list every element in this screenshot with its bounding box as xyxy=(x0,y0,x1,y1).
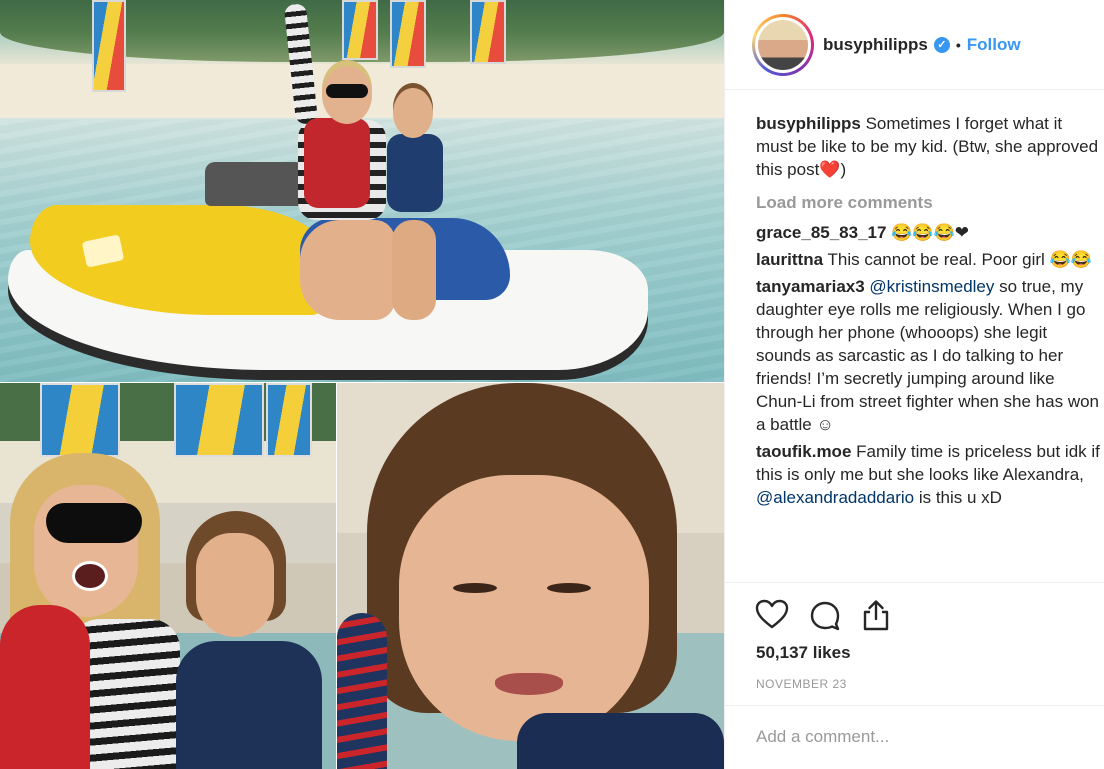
comment-item: tanyamariax3 @kristinsmedley so true, my… xyxy=(756,275,1102,436)
story-ring[interactable] xyxy=(752,14,814,76)
caption: busyphilipps Sometimes I forget what it … xyxy=(756,112,1102,181)
like-count[interactable]: 50,137 likes xyxy=(756,643,851,663)
red-life-vest xyxy=(0,605,90,769)
catamaran-sail xyxy=(40,383,120,457)
kid-face xyxy=(196,533,274,637)
share-icon[interactable] xyxy=(861,599,891,631)
comment-mention-link[interactable]: @alexandradaddario xyxy=(756,488,914,507)
jetski-photo xyxy=(0,0,724,382)
comment-mention-link[interactable]: @kristinsmedley xyxy=(869,277,994,296)
catamaran-sail xyxy=(390,0,426,68)
comments-list[interactable]: busyphilipps Sometimes I forget what it … xyxy=(756,112,1102,582)
kid-mouth xyxy=(495,673,563,695)
comment-text-tail: is this u xD xyxy=(918,488,1002,507)
action-icon-row xyxy=(755,599,891,631)
catamaran-sail xyxy=(174,383,264,457)
catamaran-sail xyxy=(266,383,312,457)
blue-life-vest xyxy=(517,713,724,769)
comment-text: This cannot be real. Poor girl 😂😂 xyxy=(827,250,1092,269)
post-photo-collage[interactable] xyxy=(0,0,724,769)
catamaran-sail xyxy=(342,0,378,60)
sunglasses xyxy=(46,503,142,543)
kid-figure xyxy=(385,88,447,258)
add-comment-placeholder[interactable]: Add a comment... xyxy=(756,727,889,747)
blue-life-vest xyxy=(176,641,322,769)
mom-figure xyxy=(283,3,386,256)
load-more-comments-button[interactable]: Load more comments xyxy=(756,191,1102,214)
comment-username[interactable]: grace_85_83_17 xyxy=(756,223,886,242)
comment-username[interactable]: taoufik.moe xyxy=(756,442,851,461)
add-comment-field[interactable]: Add a comment... xyxy=(725,705,1104,769)
mom-and-kid-closeup-photo xyxy=(0,383,336,769)
heart-icon[interactable] xyxy=(755,599,789,629)
kid-face xyxy=(399,475,649,741)
follow-button[interactable]: Follow xyxy=(967,35,1021,55)
comment-item: laurittna This cannot be real. Poor girl… xyxy=(756,248,1102,271)
kid-closeup-photo xyxy=(337,383,724,769)
comment-username[interactable]: laurittna xyxy=(756,250,823,269)
post-author-username[interactable]: busyphilipps xyxy=(823,35,928,55)
post-date[interactable]: NOVEMBER 23 xyxy=(756,677,847,691)
comment-item: grace_85_83_17 😂😂😂❤ xyxy=(756,221,1102,244)
kid-eye xyxy=(453,583,497,593)
comment-text: 😂😂😂❤ xyxy=(891,223,969,242)
catamaran-sail xyxy=(470,0,506,64)
avatar-image xyxy=(758,20,808,70)
comment-username[interactable]: tanyamariax3 xyxy=(756,277,865,296)
post-actions: 50,137 likes NOVEMBER 23 Add a comment..… xyxy=(725,582,1104,769)
post-header: busyphilipps ✓ • Follow xyxy=(725,0,1104,90)
separator-dot: • xyxy=(955,37,961,53)
comment-item: taoufik.moe Family time is priceless but… xyxy=(756,440,1102,509)
striped-sleeve xyxy=(337,613,387,769)
post-sidebar: busyphilipps ✓ • Follow busyphilipps Som… xyxy=(724,0,1104,769)
avatar[interactable] xyxy=(755,17,811,73)
caption-username[interactable]: busyphilipps xyxy=(756,114,861,133)
mom-mouth xyxy=(72,561,108,591)
username-row: busyphilipps ✓ • Follow xyxy=(823,34,1021,56)
verified-badge-icon: ✓ xyxy=(933,37,950,53)
comment-text: so true, my daughter eye rolls me religi… xyxy=(756,277,1100,434)
comment-icon[interactable] xyxy=(809,599,841,631)
catamaran-sail xyxy=(92,0,126,92)
kid-eye xyxy=(547,583,591,593)
